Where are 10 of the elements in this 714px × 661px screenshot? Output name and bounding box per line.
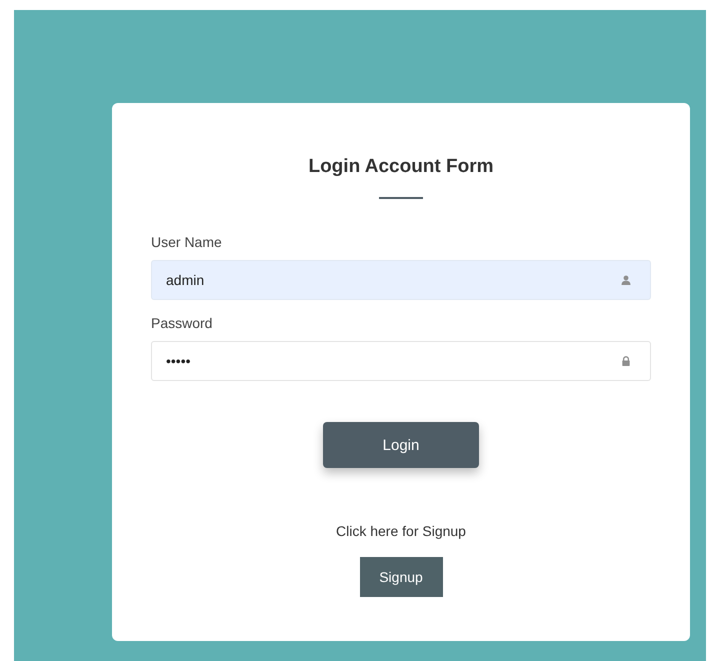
form-title: Login Account Form bbox=[307, 155, 495, 179]
signup-prompt: Click here for Signup bbox=[336, 522, 466, 540]
login-button[interactable]: Login bbox=[323, 422, 479, 468]
username-field[interactable]: admin bbox=[151, 260, 651, 300]
field-label: Password bbox=[151, 314, 212, 332]
field-label: User Name bbox=[151, 233, 222, 251]
user-icon bbox=[621, 275, 631, 285]
password-field[interactable]: ••••• bbox=[151, 341, 651, 381]
signup-button[interactable]: Signup bbox=[360, 557, 442, 597]
lock-icon bbox=[621, 356, 631, 366]
